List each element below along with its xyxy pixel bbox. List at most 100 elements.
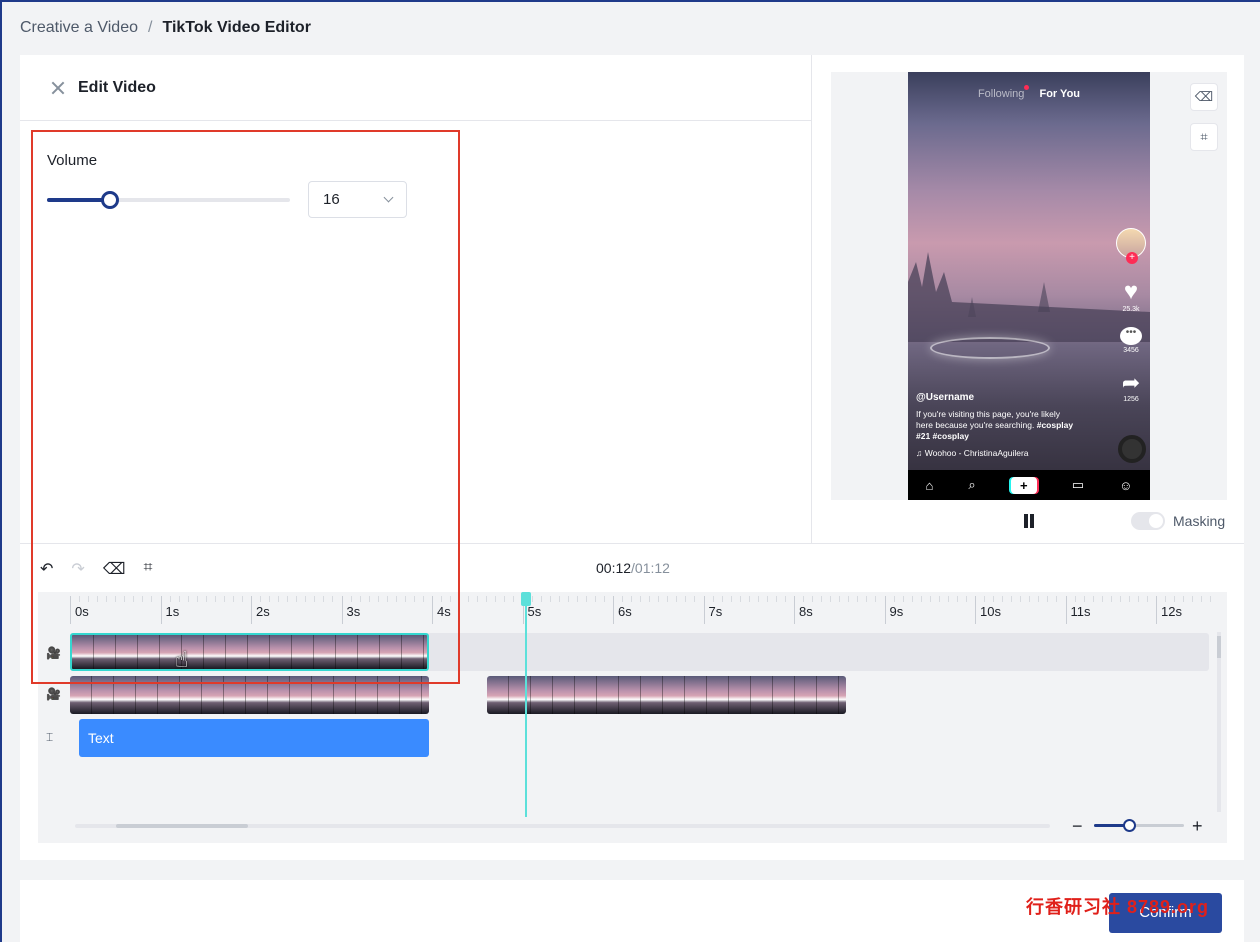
breadcrumb-parent[interactable]: Creative a Video [20,19,138,37]
music-disc-icon[interactable] [1118,435,1146,463]
masking-toggle[interactable] [1131,512,1165,530]
tab-for-you[interactable]: For You [1039,88,1080,100]
ruler-minor-tick [187,596,189,602]
share-icon[interactable]: ➦ [1122,372,1140,394]
add-icon[interactable]: + [1010,476,1037,494]
ruler-minor-tick [549,596,551,602]
ruler-minor-tick [205,596,207,602]
horizontal-scrollbar[interactable] [75,824,1050,828]
caption-line-4[interactable]: #21 #cosplay [916,431,969,441]
ruler-label: 7s [708,604,723,619]
left-border [0,0,2,942]
ruler-minor-tick [938,596,940,602]
tab-following[interactable]: Following [978,88,1024,100]
caption-username[interactable]: @Username [916,392,1096,403]
ruler-minor-tick [784,596,786,602]
profile-icon[interactable]: ☺ [1119,478,1132,493]
ruler-minor-tick [576,596,578,602]
ruler-minor-tick [169,596,171,602]
crop-tool-icon[interactable]: ⌗ [143,559,152,579]
playhead[interactable] [521,592,531,817]
volume-select[interactable]: 16 [308,181,407,218]
ruler-minor-tick [151,596,153,602]
creator-avatar[interactable]: + [1116,228,1146,264]
video-clip[interactable] [487,676,846,714]
pause-icon[interactable] [1022,514,1036,528]
time-ruler[interactable]: 0s 1s 2s 3s 4s 5s 6s 7s 8s 9s 10s 11s 12s [38,592,1227,624]
ruler-minor-tick [1011,596,1013,602]
eraser-tool-icon[interactable]: ⌫ [103,559,126,579]
ruler-minor-tick [142,596,144,602]
ruler-minor-tick [594,596,596,602]
ruler-minor-tick [1201,596,1203,602]
panel-title: Edit Video [78,78,156,96]
timeline-toolbar: ↶ ↷ ⌫ ⌗ [40,559,152,579]
crop-icon[interactable]: ⌗ [1190,123,1218,151]
ruler-tick [251,596,252,624]
text-clip[interactable]: Text [79,719,429,757]
ruler-minor-tick [911,596,913,602]
ruler-minor-tick [821,596,823,602]
ruler-minor-tick [947,596,949,602]
heart-icon[interactable]: ♥ [1124,280,1138,304]
ruler-minor-tick [567,596,569,602]
undo-icon[interactable]: ↶ [40,559,53,579]
confirm-button[interactable]: Confirm [1109,893,1222,933]
redo-icon[interactable]: ↷ [71,559,84,579]
ruler-minor-tick [368,596,370,602]
ruler-minor-tick [839,596,841,602]
ruler-tick [341,596,343,624]
caption-hashtag[interactable]: #cosplay [1037,420,1073,430]
zoom-slider[interactable] [1094,819,1184,833]
ruler-tick [975,596,976,624]
ruler-label: 1s [165,604,180,619]
ruler-minor-tick [875,596,877,602]
ruler-minor-tick [631,596,633,602]
ruler-minor-tick [649,596,651,602]
follow-plus-icon[interactable]: + [1126,252,1138,264]
ruler-label: 12s [1161,604,1182,619]
volume-slider-thumb[interactable] [101,191,120,209]
ruler-minor-tick [1056,596,1058,602]
search-icon[interactable]: ⌕ [968,477,975,493]
vertical-scroll-thumb[interactable] [1217,636,1221,658]
action-sidebar: + ♥ 25.3k ••• 3456 ➦ 1256 [1116,228,1146,403]
horizontal-scroll-thumb[interactable] [116,824,248,828]
ruler-minor-tick [757,596,759,602]
ruler-minor-tick [350,596,352,602]
home-icon[interactable]: ⌂ [926,478,934,493]
ruler-minor-tick [1074,596,1076,602]
ruler-minor-tick [223,596,225,602]
likes-count: 25.3k [1122,306,1140,313]
timecode-total: /01:12 [631,560,670,576]
inbox-icon[interactable]: ▭ [1072,477,1084,493]
ruler-minor-tick [830,596,832,602]
video-clip[interactable] [70,633,429,671]
ruler-minor-tick [730,596,732,602]
eraser-icon[interactable]: ⌫ [1190,83,1218,111]
close-icon[interactable] [50,80,66,96]
panel-header: Edit Video [20,55,811,121]
video-camera-icon: 🎥 [46,646,61,660]
video-clip[interactable] [70,676,429,714]
top-border [0,0,1260,2]
ruler-label: 2s [256,604,270,619]
zoom-slider-thumb[interactable] [1123,819,1137,832]
ruler-minor-tick [1020,596,1022,602]
vertical-scrollbar[interactable] [1217,632,1221,812]
music-title: Woohoo - ChristinaAguilera [924,448,1029,458]
timecode: 00:12/01:12 [596,560,670,576]
ruler-minor-tick [1002,596,1004,602]
ruler-minor-tick [748,596,750,602]
volume-slider[interactable] [47,191,290,209]
ruler-minor-tick [413,596,415,602]
zoom-in-button[interactable]: + [1192,816,1203,837]
ruler-minor-tick [441,596,443,602]
zoom-out-button[interactable]: − [1072,816,1083,837]
volume-select-value: 16 [323,191,340,208]
ruler-minor-tick [866,596,868,602]
feed-tabs: Following For You [908,88,1150,100]
volume-label: Volume [47,152,98,169]
comment-icon[interactable]: ••• [1120,327,1142,345]
ruler-minor-tick [88,596,90,602]
